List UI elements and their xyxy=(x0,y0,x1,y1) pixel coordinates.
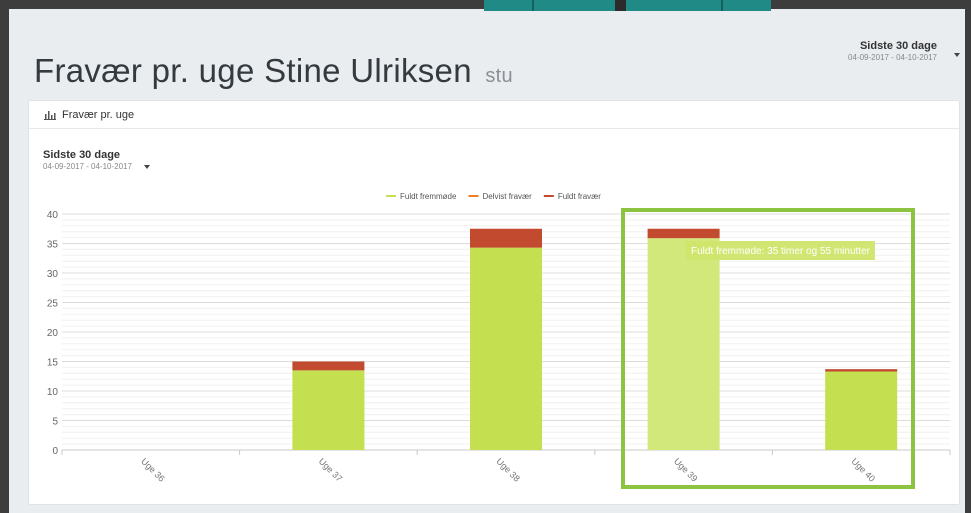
bar-segment xyxy=(292,361,365,371)
y-tick-label: 10 xyxy=(47,387,59,398)
y-tick-label: 15 xyxy=(47,358,59,369)
bar-segment xyxy=(292,370,365,450)
bar-segment xyxy=(470,228,542,248)
x-tick-label: Uge 38 xyxy=(494,456,522,484)
y-tick-label: 0 xyxy=(52,446,58,457)
bar-segment xyxy=(470,247,542,450)
x-tick-label: Uge 36 xyxy=(139,456,167,484)
y-tick-label: 5 xyxy=(52,417,58,428)
y-tick-label: 20 xyxy=(47,328,59,339)
legend-label: Fuldt fremmøde xyxy=(400,192,457,201)
highlight-box xyxy=(621,208,915,489)
legend-label: Fuldt fravær xyxy=(558,192,601,201)
x-tick-label: Uge 37 xyxy=(317,456,345,484)
y-tick-label: 40 xyxy=(47,210,59,221)
y-tick-label: 25 xyxy=(47,299,59,310)
y-tick-label: 30 xyxy=(47,269,59,280)
chart-legend: Fuldt fremmøde Delvist fravær Fuldt fravær xyxy=(386,192,601,201)
y-axis-ticks: 0 5 10 15 20 25 30 35 40 xyxy=(47,210,59,457)
legend-label: Delvist fravær xyxy=(482,192,532,201)
y-tick-label: 35 xyxy=(47,240,59,251)
